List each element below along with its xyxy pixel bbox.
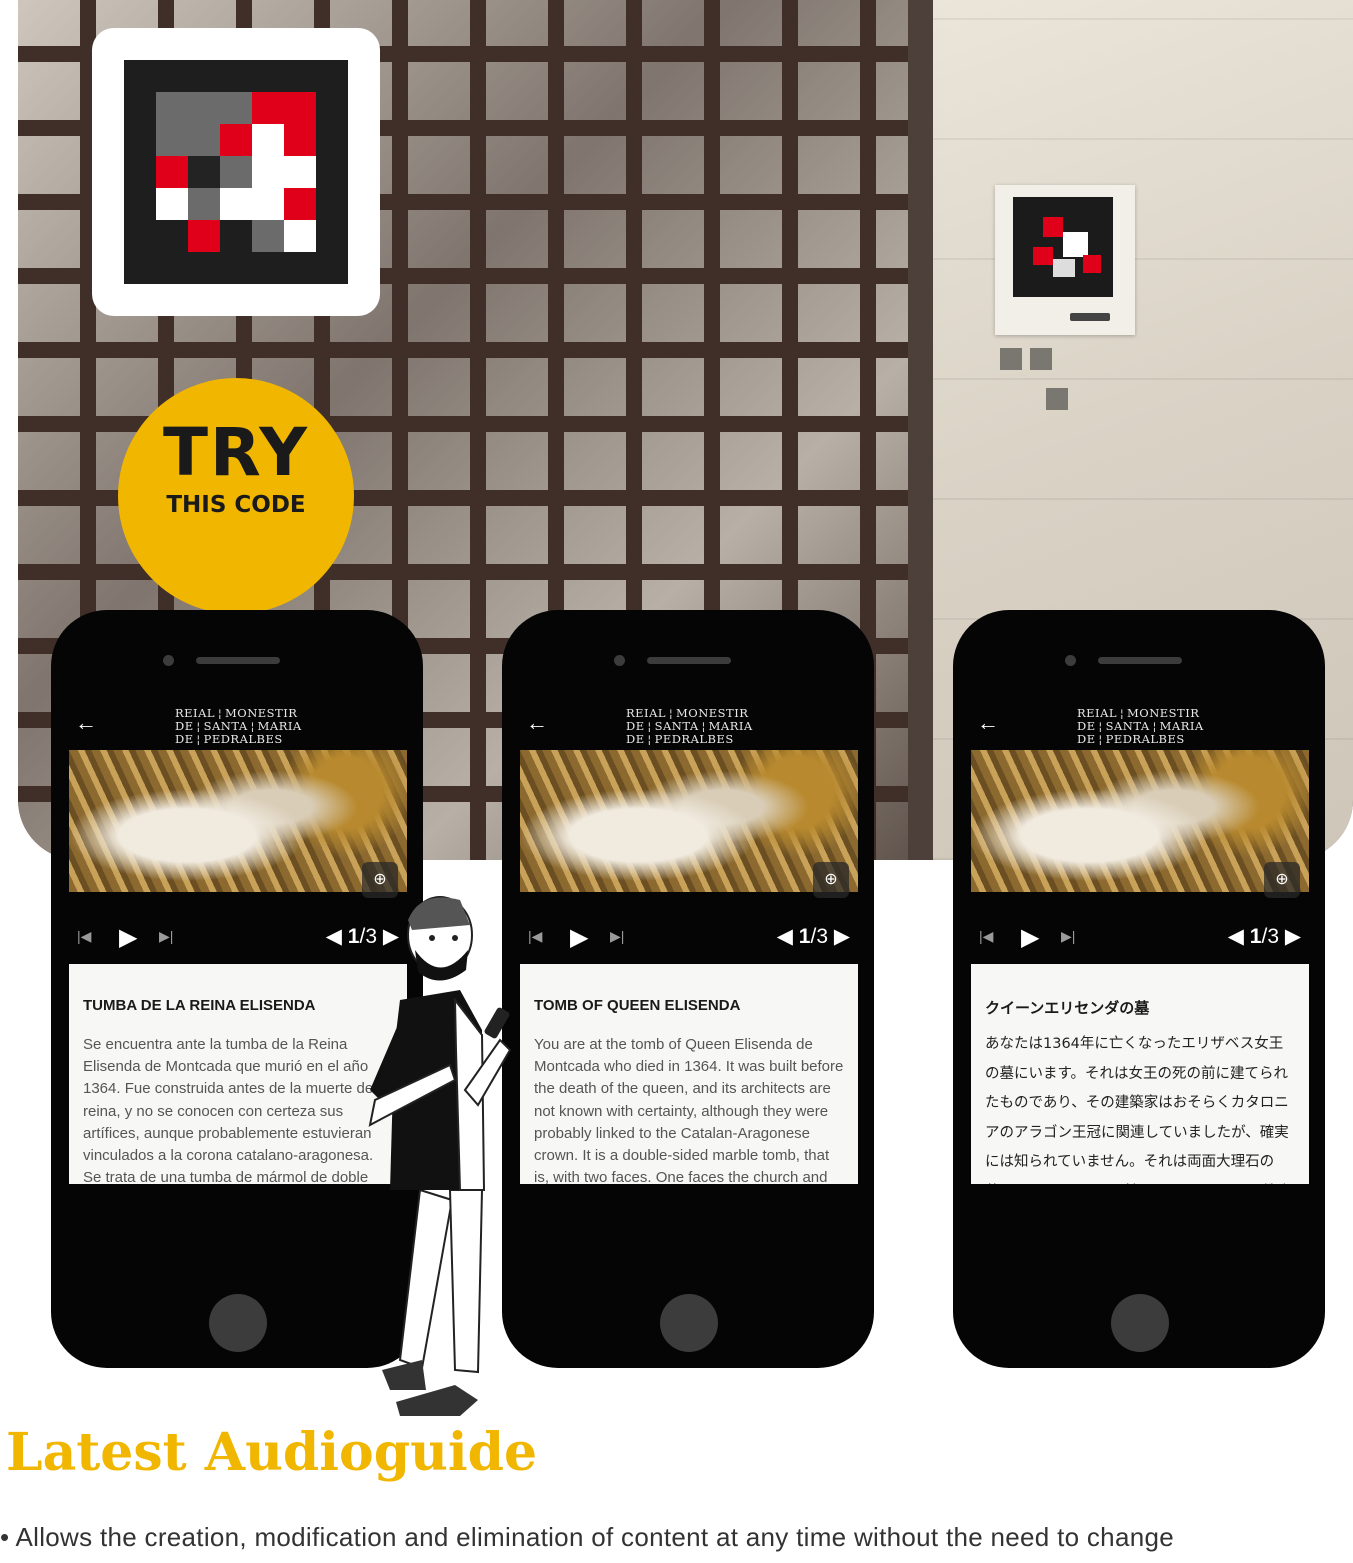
phone-english: ← REIAL ¦ MONESTIR DE ¦ SANTA ¦ MARIA DE… xyxy=(502,610,874,1368)
page-indicator: ◀ 1/3 ▶ xyxy=(1228,924,1301,949)
qr-card xyxy=(92,28,380,316)
wall-qr-code xyxy=(1013,197,1113,297)
page-total: /3 xyxy=(810,925,828,948)
description-title: TUMBA DE LA REINA ELISENDA xyxy=(83,997,316,1014)
zoom-in-icon[interactable]: ⊕ xyxy=(813,862,849,898)
back-arrow-icon[interactable]: ← xyxy=(526,712,548,734)
wall-pictogram-sign xyxy=(1000,348,1078,420)
wall-sign-bar xyxy=(1070,313,1110,321)
tomb-artwork-image xyxy=(69,750,407,892)
phone-speaker xyxy=(196,657,280,664)
phone-camera xyxy=(614,655,625,666)
play-icon[interactable]: ▶ xyxy=(1021,923,1039,952)
description-text: You are at the tomb of Queen Elisenda de… xyxy=(534,1036,844,1184)
page-current: 1 xyxy=(347,925,360,948)
phone-japanese: ← REIAL ¦ MONESTIR DE ¦ SANTA ¦ MARIA DE… xyxy=(953,610,1325,1368)
monastery-logo: REIAL ¦ MONESTIR DE ¦ SANTA ¦ MARIA DE ¦… xyxy=(1077,706,1204,746)
tomb-artwork-image xyxy=(971,750,1309,892)
phone-camera xyxy=(163,655,174,666)
description-panel: TUMBA DE LA REINA ELISENDA Se encuentra … xyxy=(69,964,407,1184)
page-current: 1 xyxy=(1249,925,1262,948)
person-with-phone-illustration xyxy=(368,896,512,1416)
audio-controls: |◀ ▶ ▶| ◀ 1/3 ▶ xyxy=(528,923,850,952)
skip-previous-icon[interactable]: |◀ xyxy=(77,928,91,945)
monastery-logo: REIAL ¦ MONESTIR DE ¦ SANTA ¦ MARIA DE ¦… xyxy=(626,706,753,746)
qr-code xyxy=(124,60,348,284)
description-panel: TOMB OF QUEEN ELISENDA You are at the to… xyxy=(520,964,858,1184)
home-button[interactable] xyxy=(1111,1294,1169,1352)
next-page-icon[interactable]: ▶ xyxy=(1285,925,1301,948)
prev-page-icon[interactable]: ◀ xyxy=(326,925,342,948)
audio-controls: |◀ ▶ ▶| ◀ 1/3 ▶ xyxy=(979,923,1301,952)
phone-speaker xyxy=(1098,657,1182,664)
badge-title: TRY xyxy=(162,414,310,491)
skip-next-icon[interactable]: ▶| xyxy=(159,928,173,945)
section-heading: Latest Audioguide xyxy=(6,1422,538,1483)
try-this-code-badge: TRY THIS CODE xyxy=(118,378,354,614)
wall-qr-sign xyxy=(995,185,1135,335)
home-button[interactable] xyxy=(660,1294,718,1352)
phone-camera xyxy=(1065,655,1076,666)
zoom-in-icon[interactable]: ⊕ xyxy=(1264,862,1300,898)
play-icon[interactable]: ▶ xyxy=(570,923,588,952)
audio-controls: |◀ ▶ ▶| ◀ 1/3 ▶ xyxy=(77,923,399,952)
description-title: クイーンエリセンダの墓 xyxy=(985,1000,1150,1017)
monastery-logo: REIAL ¦ MONESTIR DE ¦ SANTA ¦ MARIA DE ¦… xyxy=(175,706,302,746)
description-text: あなたは1364年に亡くなったエリザベス女王の墓にいます。それは女王の死の前に建… xyxy=(985,1036,1291,1184)
description-text: Se encuentra ante la tumba de la Reina E… xyxy=(83,1036,389,1184)
back-arrow-icon[interactable]: ← xyxy=(977,712,999,734)
next-page-icon[interactable]: ▶ xyxy=(834,925,850,948)
page-current: 1 xyxy=(798,925,811,948)
prev-page-icon[interactable]: ◀ xyxy=(777,925,793,948)
play-icon[interactable]: ▶ xyxy=(119,923,137,952)
description-panel: クイーンエリセンダの墓 あなたは1364年に亡くなったエリザベス女王の墓にいます… xyxy=(971,964,1309,1184)
page-indicator: ◀ 1/3 ▶ xyxy=(777,924,850,949)
home-button[interactable] xyxy=(209,1294,267,1352)
feature-bullet: • Allows the creation, modification and … xyxy=(0,1522,1174,1552)
back-arrow-icon[interactable]: ← xyxy=(75,712,97,734)
skip-next-icon[interactable]: ▶| xyxy=(610,928,624,945)
description-title: TOMB OF QUEEN ELISENDA xyxy=(534,997,741,1014)
prev-page-icon[interactable]: ◀ xyxy=(1228,925,1244,948)
badge-subtitle: THIS CODE xyxy=(166,492,306,518)
skip-previous-icon[interactable]: |◀ xyxy=(979,928,993,945)
tomb-artwork-image xyxy=(520,750,858,892)
page-total: /3 xyxy=(1261,925,1279,948)
skip-next-icon[interactable]: ▶| xyxy=(1061,928,1075,945)
phone-speaker xyxy=(647,657,731,664)
